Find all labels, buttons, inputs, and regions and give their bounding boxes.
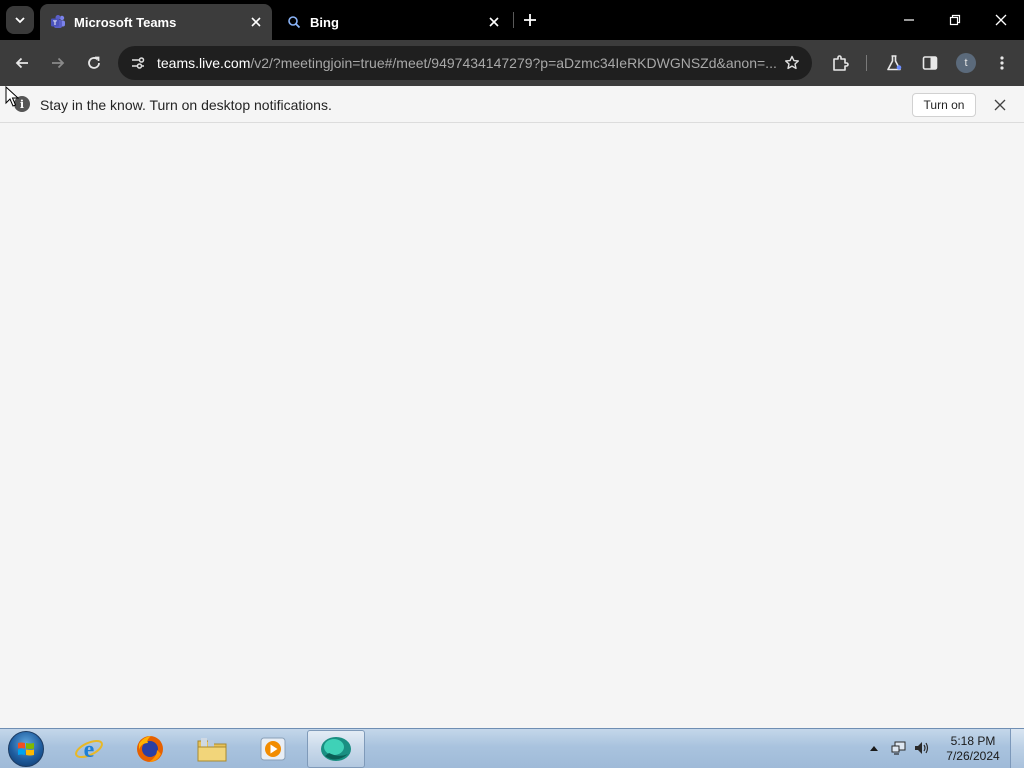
menu-button[interactable] xyxy=(988,49,1016,77)
url-path: /v2/?meetingjoin=true#/meet/949743414727… xyxy=(250,55,777,71)
tab-title: Microsoft Teams xyxy=(74,14,177,30)
tab-strip: T Microsoft Teams Bing xyxy=(0,0,1024,40)
taskbar-media-player[interactable] xyxy=(244,730,302,768)
profile-avatar[interactable]: t xyxy=(956,53,976,73)
chevron-down-icon xyxy=(15,17,25,24)
browser-toolbar: teams.live.com/v2/?meetingjoin=true#/mee… xyxy=(0,40,1024,86)
restore-button[interactable] xyxy=(939,6,971,34)
taskbar: e 5:18 PM 7/26/2024 xyxy=(0,728,1024,768)
firefox-icon xyxy=(137,736,163,762)
mouse-cursor-icon xyxy=(5,86,19,107)
reload-button[interactable] xyxy=(80,49,108,77)
close-icon xyxy=(995,14,1007,26)
chevron-up-icon xyxy=(870,746,878,751)
new-tab-button[interactable] xyxy=(518,8,542,32)
close-tab-icon[interactable] xyxy=(484,12,504,32)
tab-title: Bing xyxy=(310,14,339,30)
dismiss-notification-button[interactable] xyxy=(990,95,1010,115)
teams-app-icon xyxy=(321,737,351,761)
tab-separator xyxy=(513,12,514,28)
reload-icon xyxy=(88,56,100,69)
url-host: teams.live.com xyxy=(157,55,251,71)
network-icon xyxy=(891,741,906,755)
side-panel-icon xyxy=(922,56,938,70)
notification-text: Stay in the know. Turn on desktop notifi… xyxy=(40,97,332,113)
media-player-icon xyxy=(260,737,286,761)
page-content xyxy=(0,123,1024,728)
minimize-button[interactable] xyxy=(893,6,925,34)
arrow-right-icon xyxy=(52,57,65,69)
extensions-button[interactable] xyxy=(826,49,854,77)
volume-tray-button[interactable] xyxy=(913,739,931,757)
address-bar[interactable]: teams.live.com/v2/?meetingjoin=true#/mee… xyxy=(118,46,812,80)
tab-search-button[interactable] xyxy=(6,6,34,34)
file-explorer-icon xyxy=(197,738,227,762)
notification-banner: i Stay in the know. Turn on desktop noti… xyxy=(0,86,1024,123)
puzzle-icon xyxy=(833,55,849,71)
more-vertical-icon xyxy=(1000,56,1004,70)
tab-bing[interactable]: Bing xyxy=(276,4,510,40)
tab-microsoft-teams[interactable]: T Microsoft Teams xyxy=(40,4,272,40)
close-icon xyxy=(994,99,1006,111)
taskbar-firefox[interactable] xyxy=(121,730,179,768)
show-desktop-button[interactable] xyxy=(1010,729,1024,768)
teams-icon: T xyxy=(50,14,66,30)
taskbar-file-explorer[interactable] xyxy=(183,730,241,768)
side-panel-button[interactable] xyxy=(916,49,944,77)
speaker-icon xyxy=(915,742,929,754)
clock-date: 7/26/2024 xyxy=(946,749,1000,763)
url-text[interactable]: teams.live.com/v2/?meetingjoin=true#/mee… xyxy=(157,55,777,71)
search-icon xyxy=(286,14,302,30)
show-hidden-icons-button[interactable] xyxy=(868,742,880,754)
clock-time: 5:18 PM xyxy=(950,734,996,748)
close-tab-icon[interactable] xyxy=(246,12,266,32)
minimize-icon xyxy=(904,19,914,21)
network-tray-button[interactable] xyxy=(890,739,908,757)
plus-icon xyxy=(524,14,536,26)
back-button[interactable] xyxy=(8,49,36,77)
arrow-left-icon xyxy=(15,57,28,69)
taskbar-teams-app[interactable] xyxy=(307,730,365,768)
svg-text:e: e xyxy=(84,737,95,763)
forward-button[interactable] xyxy=(44,49,72,77)
svg-text:T: T xyxy=(53,20,57,27)
turn-on-notifications-button[interactable]: Turn on xyxy=(912,93,976,117)
start-button[interactable] xyxy=(6,730,46,768)
taskbar-internet-explorer[interactable]: e xyxy=(60,730,118,768)
flask-icon xyxy=(887,55,902,71)
bookmark-star-icon[interactable] xyxy=(782,53,802,73)
internet-explorer-icon: e xyxy=(75,737,103,763)
close-window-button[interactable] xyxy=(985,6,1017,34)
site-settings-icon[interactable] xyxy=(128,53,148,73)
labs-button[interactable] xyxy=(880,49,908,77)
restore-icon xyxy=(949,14,961,26)
toolbar-separator xyxy=(866,55,867,71)
windows-logo-icon xyxy=(8,731,44,767)
taskbar-clock[interactable]: 5:18 PM 7/26/2024 xyxy=(940,734,1006,764)
